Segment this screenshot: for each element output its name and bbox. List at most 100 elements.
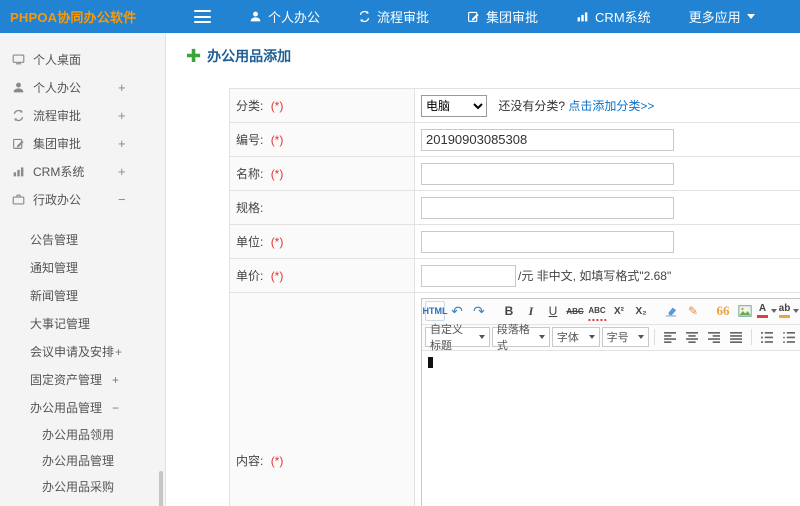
dropdown-label: 自定义标题 xyxy=(430,324,463,352)
sidebar-item-fixed-assets-mgmt[interactable]: 固定资产管理 + xyxy=(0,366,165,394)
dropdown-label: 字体 xyxy=(556,332,579,344)
flow-icon xyxy=(12,109,25,122)
toolbar-separator xyxy=(654,329,656,345)
sidebar-item-office-supplies-mgmt[interactable]: 办公用品管理 − xyxy=(0,394,165,422)
number-value-cell xyxy=(414,122,800,157)
chart-icon xyxy=(576,10,589,23)
category-select[interactable]: 电脑 xyxy=(421,94,487,117)
sidebar-item-news-mgmt[interactable]: 新闻管理 xyxy=(0,282,165,310)
collapse-toggle[interactable]: − xyxy=(118,192,126,207)
form-row-name: 名称: (*) xyxy=(229,156,800,191)
undo-button[interactable]: ↶ xyxy=(447,301,467,321)
price-label-cell: 单价: (*) xyxy=(229,258,415,293)
sidebar-item-admin-office[interactable]: 行政办公 − xyxy=(0,185,165,213)
sidebar-item-supplies-claim[interactable]: 办公用品领用 xyxy=(0,422,165,448)
blockquote-button[interactable]: 66 xyxy=(713,301,733,321)
superscript-button[interactable]: X² xyxy=(609,301,629,321)
caret-down-icon xyxy=(478,335,485,339)
editor-content-area[interactable] xyxy=(422,350,800,506)
sidebar-item-memorabilia-mgmt[interactable]: 大事记管理 xyxy=(0,310,165,338)
expand-toggle[interactable]: + xyxy=(118,136,126,151)
highlight-color-bar xyxy=(779,315,790,318)
name-input[interactable] xyxy=(421,162,674,185)
font-family-select[interactable]: 字体 xyxy=(551,327,600,347)
nav-item-more-apps[interactable]: 更多应用 xyxy=(685,0,759,33)
subscript-button[interactable]: X₂ xyxy=(631,301,651,321)
sidebar-item-supplies-manage[interactable]: 办公用品管理 xyxy=(0,448,165,474)
strikethrough-button[interactable]: ABC xyxy=(565,301,585,321)
nav-item-personal-office[interactable]: 个人办公 xyxy=(245,0,324,33)
expand-toggle[interactable]: + xyxy=(112,373,119,387)
field-label: 规格: xyxy=(236,201,264,215)
sidebar-scrollbar[interactable] xyxy=(159,471,163,506)
sidebar-item-personal-desktop[interactable]: 个人桌面 xyxy=(0,45,165,73)
sidebar-item-personal-office[interactable]: 个人办公 + xyxy=(0,73,165,101)
nav-item-crm[interactable]: CRM系统 xyxy=(572,0,655,33)
eraser-button[interactable] xyxy=(661,301,681,321)
sidebar-item-group-approval[interactable]: 集团审批 + xyxy=(0,129,165,157)
form-row-category: 分类: (*) 电脑 还没有分类? 点击添加分类>> xyxy=(229,88,800,123)
sidebar-item-crm[interactable]: CRM系统 + xyxy=(0,157,165,185)
bold-button[interactable]: B xyxy=(499,301,519,321)
name-label-cell: 名称: (*) xyxy=(229,156,415,191)
underline-button[interactable]: U xyxy=(543,301,563,321)
format-brush-button[interactable]: ✎ xyxy=(683,301,703,321)
expand-toggle[interactable]: + xyxy=(115,345,122,359)
image-button[interactable] xyxy=(735,301,755,321)
align-left-button[interactable] xyxy=(660,327,680,347)
admin-office-submenu: 公告管理 通知管理 新闻管理 大事记管理 会议申请及安排+ 固定资产管理 + 办公… xyxy=(0,226,165,500)
expand-toggle[interactable]: + xyxy=(118,108,126,123)
sidebar-item-notice-mgmt[interactable]: 通知管理 xyxy=(0,254,165,282)
hamburger-menu-icon[interactable] xyxy=(194,10,211,23)
spellcheck-button[interactable]: ABC xyxy=(587,301,607,321)
edit-icon xyxy=(467,10,480,23)
sidebar-item-label: 办公用品采购 xyxy=(42,480,115,494)
expand-toggle[interactable]: + xyxy=(118,164,126,179)
nav-menu: 个人办公 流程审批 集团审批 CRM系统 更多应用 xyxy=(245,0,759,33)
ordered-list-button[interactable] xyxy=(757,327,777,347)
nav-item-group-approval[interactable]: 集团审批 xyxy=(463,0,542,33)
align-justify-icon xyxy=(729,331,743,343)
nav-item-label: 个人办公 xyxy=(268,10,321,25)
italic-button[interactable]: I xyxy=(521,301,541,321)
font-color-button[interactable]: A xyxy=(757,301,777,321)
sidebar-item-label: 集团审批 xyxy=(33,136,82,151)
form-row-spec: 规格: xyxy=(229,190,800,225)
sidebar-item-label: 个人桌面 xyxy=(33,52,82,67)
nav-item-label: 流程审批 xyxy=(377,10,430,25)
align-right-button[interactable] xyxy=(704,327,724,347)
price-input[interactable] xyxy=(421,264,516,287)
sidebar-item-meeting-request[interactable]: 会议申请及安排+ xyxy=(0,338,165,366)
align-center-button[interactable] xyxy=(682,327,702,347)
collapse-toggle[interactable]: − xyxy=(112,401,119,415)
unit-input[interactable] xyxy=(421,230,674,253)
unordered-list-button[interactable] xyxy=(779,327,799,347)
sidebar-item-label: 公告管理 xyxy=(30,233,79,247)
paragraph-format-select[interactable]: 段落格式 xyxy=(491,324,550,352)
highlight-glyph: ab xyxy=(778,303,791,314)
add-category-link[interactable]: 点击添加分类>> xyxy=(568,99,654,113)
spec-label-cell: 规格: xyxy=(229,190,415,225)
caret-down-icon xyxy=(771,309,777,313)
number-input[interactable] xyxy=(421,128,674,151)
form-row-price: 单价: (*) /元 非中文, 如填写格式"2.68" xyxy=(229,258,800,293)
custom-title-select[interactable]: 自定义标题 xyxy=(425,324,490,352)
align-justify-button[interactable] xyxy=(726,327,746,347)
source-button[interactable]: HTML xyxy=(423,301,448,321)
add-icon: ✚ xyxy=(186,46,202,66)
expand-toggle[interactable]: + xyxy=(118,80,126,95)
field-label: 内容: xyxy=(236,454,264,468)
briefcase-icon xyxy=(12,193,25,206)
nav-item-flow-approval[interactable]: 流程审批 xyxy=(354,0,433,33)
font-size-select[interactable]: 字号 xyxy=(601,327,650,347)
sidebar-item-label: 办公用品管理 xyxy=(30,401,103,415)
redo-button[interactable]: ↷ xyxy=(469,301,489,321)
edit-icon xyxy=(12,137,25,150)
app-logo: PHPOA协同办公软件 xyxy=(10,10,137,25)
sidebar-item-flow-approval[interactable]: 流程审批 + xyxy=(0,101,165,129)
highlight-button[interactable]: ab xyxy=(778,301,800,321)
sidebar-item-announcement-mgmt[interactable]: 公告管理 xyxy=(0,226,165,254)
spec-input[interactable] xyxy=(421,196,674,219)
sidebar-item-supplies-purchase[interactable]: 办公用品采购 xyxy=(0,474,165,500)
unordered-list-icon xyxy=(782,331,796,343)
